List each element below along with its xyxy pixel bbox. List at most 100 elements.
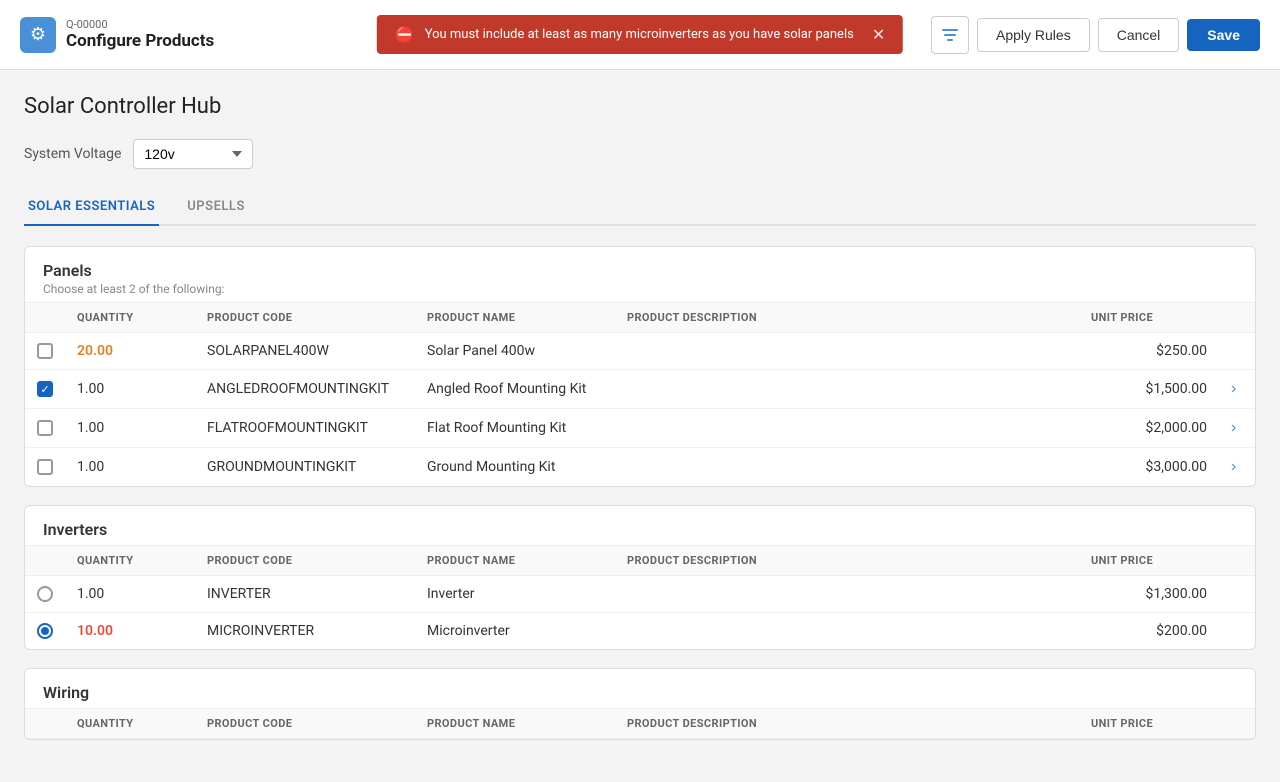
page-title: Solar Controller Hub xyxy=(24,94,1256,119)
row-code: SOLARPANEL400W xyxy=(195,333,415,370)
checkbox[interactable] xyxy=(37,420,53,436)
panels-col-sel xyxy=(25,303,65,333)
inv-col-name: PRODUCT NAME xyxy=(415,546,615,576)
wir-col-action xyxy=(1219,709,1255,739)
wiring-header: Wiring xyxy=(25,669,1255,708)
quote-number: Q-00000 xyxy=(66,18,214,31)
wir-col-name: PRODUCT NAME xyxy=(415,709,615,739)
row-code: ANGLEDROOFMOUNTINGKIT xyxy=(195,370,415,409)
close-icon[interactable]: ✕ xyxy=(872,25,885,44)
tab-upsells[interactable]: UPSELLS xyxy=(183,189,249,226)
wir-col-sel xyxy=(25,709,65,739)
row-desc xyxy=(615,448,1079,487)
chevron-right-icon[interactable]: › xyxy=(1231,419,1236,437)
row-desc xyxy=(615,613,1079,650)
inv-col-code: PRODUCT CODE xyxy=(195,546,415,576)
panels-col-name: PRODUCT NAME xyxy=(415,303,615,333)
row-action xyxy=(1219,576,1255,613)
row-price: $200.00 xyxy=(1079,613,1219,650)
row-action[interactable]: › xyxy=(1219,370,1255,409)
row-qty: 1.00 xyxy=(65,448,195,487)
row-qty: 20.00 xyxy=(65,333,195,370)
alert-icon: ⛔ xyxy=(395,25,415,44)
inv-col-qty: QUANTITY xyxy=(65,546,195,576)
filter-button[interactable] xyxy=(931,16,969,54)
row-selector[interactable] xyxy=(25,409,65,448)
wir-col-qty: QUANTITY xyxy=(65,709,195,739)
chevron-right-icon[interactable]: › xyxy=(1231,380,1236,398)
app-header: ⚙ Q-00000 Configure Products ⛔ You must … xyxy=(0,0,1280,70)
table-row: 1.00 ANGLEDROOFMOUNTINGKIT Angled Roof M… xyxy=(25,370,1255,409)
chevron-right-icon[interactable]: › xyxy=(1231,458,1236,476)
tabs: SOLAR ESSENTIALS UPSELLS xyxy=(24,189,1256,226)
row-action xyxy=(1219,333,1255,370)
filter-icon xyxy=(942,27,958,43)
row-desc xyxy=(615,409,1079,448)
row-price: $2,000.00 xyxy=(1079,409,1219,448)
inverters-header: Inverters xyxy=(25,506,1255,545)
row-price: $3,000.00 xyxy=(1079,448,1219,487)
table-row: 1.00 INVERTER Inverter $1,300.00 xyxy=(25,576,1255,613)
inv-col-action xyxy=(1219,546,1255,576)
row-name: Solar Panel 400w xyxy=(415,333,615,370)
row-selector[interactable] xyxy=(25,613,65,650)
panels-title: Panels xyxy=(43,261,1237,280)
checkbox[interactable] xyxy=(37,381,53,397)
row-qty: 1.00 xyxy=(65,370,195,409)
row-selector[interactable] xyxy=(25,370,65,409)
inverters-table: QUANTITY PRODUCT CODE PRODUCT NAME PRODU… xyxy=(25,545,1255,649)
row-qty: 10.00 xyxy=(65,613,195,650)
table-row: 20.00 SOLARPANEL400W Solar Panel 400w $2… xyxy=(25,333,1255,370)
panels-col-action xyxy=(1219,303,1255,333)
inv-col-desc: PRODUCT DESCRIPTION xyxy=(615,546,1079,576)
system-voltage-select[interactable]: 120v 240v xyxy=(133,139,253,169)
panels-col-qty: QUANTITY xyxy=(65,303,195,333)
system-voltage-label: System Voltage xyxy=(24,146,121,162)
wiring-section: Wiring QUANTITY PRODUCT CODE PRODUCT NAM… xyxy=(24,668,1256,740)
wiring-title: Wiring xyxy=(43,683,1237,702)
panels-col-code: PRODUCT CODE xyxy=(195,303,415,333)
alert-message: You must include at least as many microi… xyxy=(425,27,854,42)
row-selector[interactable] xyxy=(25,448,65,487)
checkbox[interactable] xyxy=(37,459,53,475)
row-code: INVERTER xyxy=(195,576,415,613)
table-row: 10.00 MICROINVERTER Microinverter $200.0… xyxy=(25,613,1255,650)
cancel-button[interactable]: Cancel xyxy=(1098,18,1180,52)
inverters-section: Inverters QUANTITY PRODUCT CODE PRODUCT … xyxy=(24,505,1256,650)
panels-subtitle: Choose at least 2 of the following: xyxy=(43,282,1237,296)
radio[interactable] xyxy=(37,623,53,639)
app-title: Configure Products xyxy=(66,31,214,51)
row-selector[interactable] xyxy=(25,333,65,370)
table-row: 1.00 FLATROOFMOUNTINGKIT Flat Roof Mount… xyxy=(25,409,1255,448)
apply-rules-button[interactable]: Apply Rules xyxy=(977,18,1090,52)
row-code: GROUNDMOUNTINGKIT xyxy=(195,448,415,487)
panels-section: Panels Choose at least 2 of the followin… xyxy=(24,246,1256,487)
panels-col-desc: PRODUCT DESCRIPTION xyxy=(615,303,1079,333)
inverters-title: Inverters xyxy=(43,520,1237,539)
row-desc xyxy=(615,370,1079,409)
row-action[interactable]: › xyxy=(1219,409,1255,448)
row-action xyxy=(1219,613,1255,650)
row-qty: 1.00 xyxy=(65,409,195,448)
checkbox[interactable] xyxy=(37,343,53,359)
row-name: Angled Roof Mounting Kit xyxy=(415,370,615,409)
panels-table: QUANTITY PRODUCT CODE PRODUCT NAME PRODU… xyxy=(25,302,1255,486)
inv-col-sel xyxy=(25,546,65,576)
row-price: $1,300.00 xyxy=(1079,576,1219,613)
brand-icon: ⚙ xyxy=(20,17,56,53)
panels-col-price: UNIT PRICE xyxy=(1079,303,1219,333)
main-content: Solar Controller Hub System Voltage 120v… xyxy=(0,70,1280,782)
save-button[interactable]: Save xyxy=(1187,19,1260,51)
system-voltage-row: System Voltage 120v 240v xyxy=(24,139,1256,169)
row-name: Microinverter xyxy=(415,613,615,650)
brand: ⚙ Q-00000 Configure Products xyxy=(20,17,214,53)
row-code: FLATROOFMOUNTINGKIT xyxy=(195,409,415,448)
alert-banner: ⛔ You must include at least as many micr… xyxy=(377,15,903,54)
row-selector[interactable] xyxy=(25,576,65,613)
row-price: $250.00 xyxy=(1079,333,1219,370)
row-action[interactable]: › xyxy=(1219,448,1255,487)
radio[interactable] xyxy=(37,586,53,602)
tab-solar-essentials[interactable]: SOLAR ESSENTIALS xyxy=(24,189,159,226)
row-name: Inverter xyxy=(415,576,615,613)
wir-col-price: UNIT PRICE xyxy=(1079,709,1219,739)
